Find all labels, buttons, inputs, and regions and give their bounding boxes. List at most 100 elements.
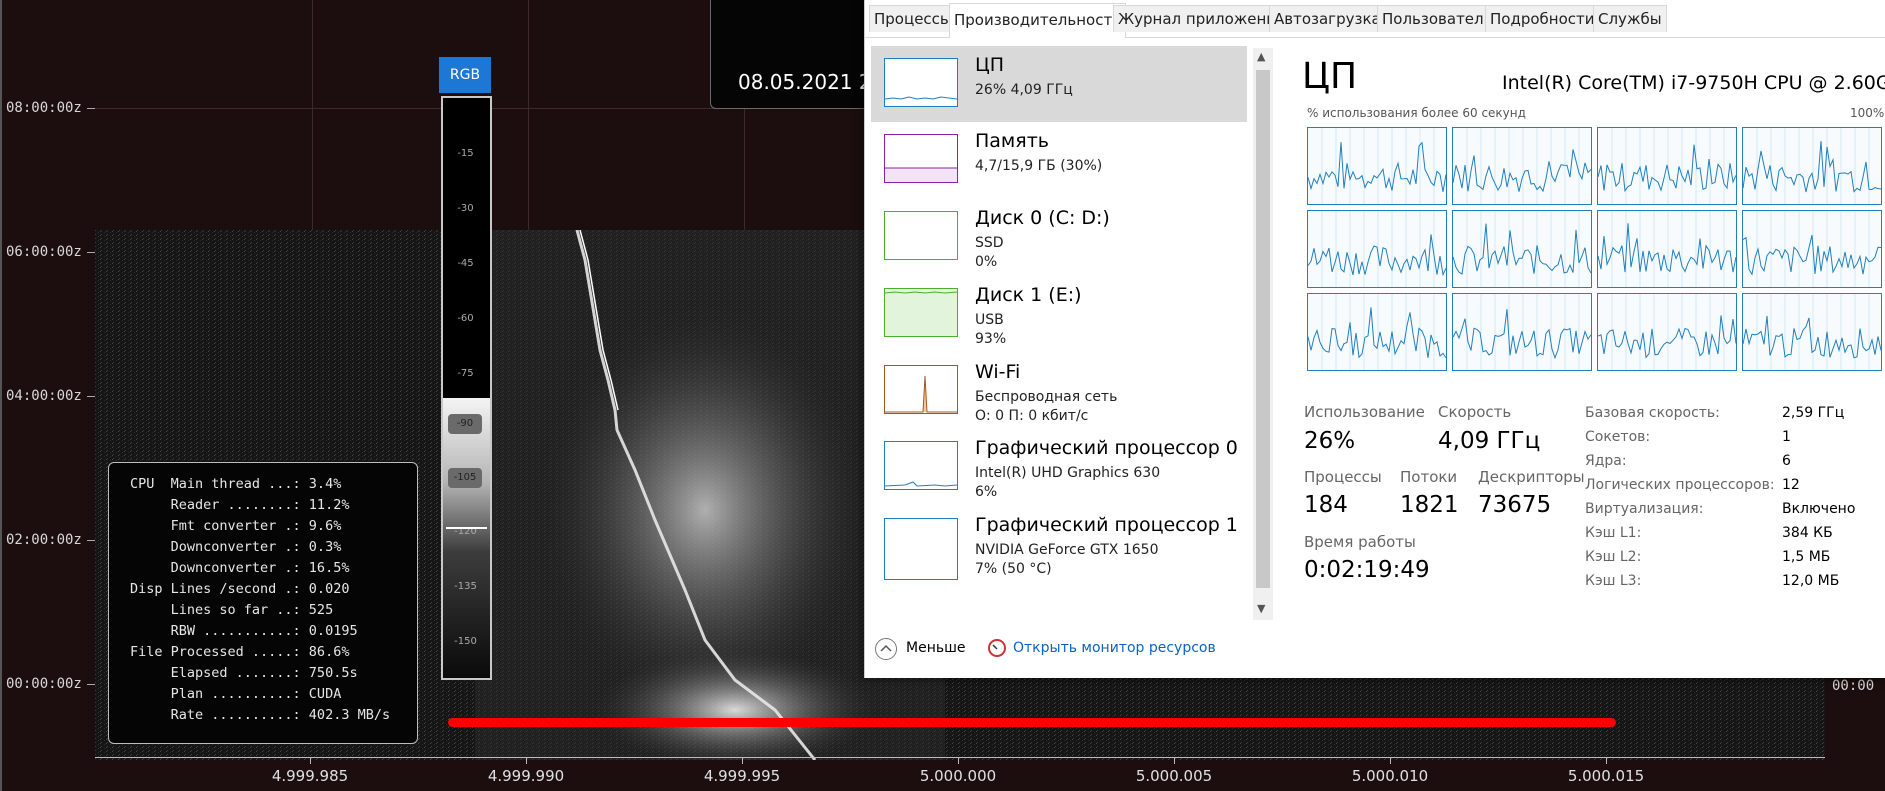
resource-item-cpu[interactable]: ЦП 26% 4,09 ГГц (871, 46, 1247, 122)
tab-app-history[interactable]: Журнал приложений (1113, 5, 1291, 32)
stats-line: CPU Main thread ...: 3.4% (130, 476, 342, 492)
footer-bar: Меньше Открыть монитор ресурсов (865, 628, 1885, 678)
spec-label: Кэш L3: (1585, 573, 1642, 589)
spec-label: Логических процессоров: (1585, 477, 1775, 493)
tab-processes[interactable]: Процессы (869, 5, 957, 32)
axis-tick (1174, 757, 1175, 764)
axis-tick (742, 757, 743, 764)
stats-line: Plan ..........: CUDA (130, 686, 342, 702)
resource-item-memory[interactable]: Память 4,7/15,9 ГБ (30%) (871, 122, 1247, 198)
stats-line: Lines so far ..: 525 (130, 602, 334, 618)
scale-marker[interactable]: -90 (448, 414, 482, 434)
scroll-down-icon[interactable]: ▼ (1257, 602, 1265, 615)
stats-line: Downconverter .: 0.3% (130, 539, 342, 555)
freq-label: 4.999.990 (487, 767, 565, 785)
freq-label: 4.999.995 (703, 767, 781, 785)
spec-value: 12 (1782, 477, 1800, 493)
stats-line: Rate ..........: 402.3 MB/s (130, 707, 391, 723)
resource-title: Диск 0 (C: D:) (975, 207, 1110, 229)
resource-subtitle: 4,7/15,9 ГБ (30%) (975, 158, 1103, 174)
freq-label: 5.000.005 (1135, 767, 1213, 785)
resource-title: Wi-Fi (975, 361, 1021, 383)
resource-title: ЦП (975, 54, 1005, 76)
resource-value: 7% (50 °C) (975, 561, 1052, 577)
scale-threshold-line[interactable] (446, 527, 487, 529)
resource-subtitle: Intel(R) UHD Graphics 630 (975, 465, 1161, 481)
spec-label: Кэш L2: (1585, 549, 1642, 565)
resource-item-gpu1[interactable]: Графический процессор 1 NVIDIA GeForce G… (871, 506, 1247, 592)
rgb-mode-button[interactable]: RGB (439, 57, 491, 93)
time-label: 02:00:00z (6, 532, 82, 548)
core-graph (1742, 210, 1882, 288)
tab-startup[interactable]: Автозагрузка (1269, 5, 1386, 32)
gpu0-thumbnail (884, 441, 958, 490)
scale-label: -30 (457, 203, 474, 214)
chevron-up-icon[interactable] (875, 638, 897, 660)
uptime-label: Время работы (1304, 533, 1416, 551)
resource-list-scrollbar[interactable]: ▲ ▼ (1253, 48, 1273, 620)
spec-label: Кэш L1: (1585, 525, 1642, 541)
core-graph (1742, 127, 1882, 205)
core-graph (1452, 293, 1592, 371)
time-label: 08:00:00z (6, 100, 82, 116)
resource-list: ЦП 26% 4,09 ГГц Память 4,7/15,9 ГБ (30%)… (865, 46, 1253, 622)
threads-label: Потоки (1400, 468, 1458, 486)
scale-label: -60 (457, 313, 474, 324)
spec-label: Ядра: (1585, 453, 1627, 469)
resource-title: Графический процессор 0 (975, 437, 1238, 459)
resource-subtitle: NVIDIA GeForce GTX 1650 (975, 542, 1159, 558)
tab-details[interactable]: Подробности (1485, 5, 1600, 32)
core-graph (1597, 210, 1737, 288)
processes-value: 184 (1304, 492, 1348, 518)
stats-line: Elapsed .......: 750.5s (130, 665, 358, 681)
spec-value: 2,59 ГГц (1782, 405, 1845, 421)
spec-value: Включено (1782, 501, 1856, 517)
core-graph (1597, 293, 1737, 371)
axis-tick (526, 757, 527, 764)
core-graph (1742, 293, 1882, 371)
time-label: 00:00:00z (6, 676, 82, 692)
scale-marker[interactable]: -105 (448, 468, 482, 488)
resource-value: 93% (975, 331, 1007, 347)
spec-label: Сокетов: (1585, 429, 1651, 445)
resource-item-gpu0[interactable]: Графический процессор 0 Intel(R) UHD Gra… (871, 429, 1247, 505)
spec-value: 6 (1782, 453, 1791, 469)
scroll-up-icon[interactable]: ▲ (1257, 50, 1265, 63)
fewer-details-button[interactable]: Меньше (906, 640, 966, 656)
resource-monitor-icon[interactable] (988, 639, 1006, 657)
resource-subtitle: 26% 4,09 ГГц (975, 82, 1073, 98)
core-graph (1597, 127, 1737, 205)
resource-title: Память (975, 130, 1049, 152)
time-tick (87, 540, 95, 541)
usage-value: 26% (1304, 428, 1356, 454)
resource-subtitle: USB (975, 312, 1004, 328)
spec-value: 12,0 МБ (1782, 573, 1840, 589)
axis-tick (310, 757, 311, 764)
processes-label: Процессы (1304, 468, 1382, 486)
core-graph (1307, 293, 1447, 371)
stats-line: RBW ...........: 0.0195 (130, 623, 358, 639)
resource-value: О: 0 П: 0 кбит/с (975, 408, 1089, 424)
resource-item-wifi[interactable]: Wi-Fi Беспроводная сеть О: 0 П: 0 кбит/с (871, 353, 1247, 429)
handles-label: Дескрипторы (1478, 468, 1585, 486)
frequency-axis (95, 757, 1825, 758)
freq-label: 5.000.010 (1351, 767, 1429, 785)
tab-users[interactable]: Пользователи (1377, 5, 1499, 32)
tab-services[interactable]: Службы (1593, 5, 1667, 32)
detail-title: ЦП (1302, 56, 1358, 97)
scale-label: -75 (457, 368, 474, 379)
core-graph (1307, 127, 1447, 205)
tab-performance[interactable]: Производительность (949, 3, 1127, 38)
resource-item-disk1[interactable]: Диск 1 (E:) USB 93% (871, 276, 1247, 352)
freq-label: 4.999.985 (271, 767, 349, 785)
resource-item-disk0[interactable]: Диск 0 (C: D:) SSD 0% (871, 199, 1247, 275)
scrollbar-thumb[interactable] (1256, 70, 1270, 588)
selection-bar[interactable] (448, 718, 1616, 727)
core-graph (1307, 210, 1447, 288)
disk1-thumbnail (884, 288, 958, 337)
stats-line: File Processed .....: 86.6% (130, 644, 350, 660)
threads-value: 1821 (1400, 492, 1459, 518)
open-resource-monitor-link[interactable]: Открыть монитор ресурсов (1013, 640, 1216, 656)
spec-value: 1,5 МБ (1782, 549, 1831, 565)
gpu1-thumbnail (884, 518, 958, 580)
